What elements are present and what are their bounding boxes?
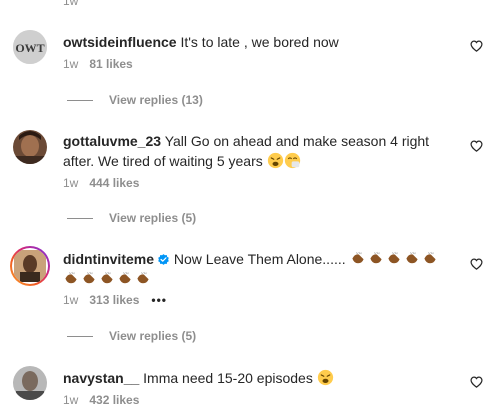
clapping-hands-icon — [405, 251, 418, 264]
comment-username[interactable]: didntinviteme — [63, 251, 154, 267]
clapping-hands-icon — [369, 251, 382, 264]
comment-username[interactable]: navystan__ — [63, 370, 139, 386]
previous-comment-time: 1w — [63, 0, 79, 8]
like-heart-icon[interactable] — [470, 376, 483, 388]
comment-time: 1w — [63, 293, 79, 307]
comment-likes[interactable]: 313 likes — [89, 293, 139, 307]
like-heart-icon[interactable] — [470, 40, 483, 52]
comment-username[interactable]: owtsideinfluence — [63, 34, 177, 50]
weary-face-icon — [317, 369, 333, 386]
avatar-photo — [13, 130, 47, 164]
comment-text: Now Leave Them Alone...... — [173, 251, 346, 267]
view-replies-label[interactable]: View replies (5) — [109, 211, 196, 225]
clapping-hands-icon — [423, 251, 436, 264]
view-replies-label[interactable]: View replies (13) — [109, 93, 203, 107]
comment-time: 1w — [63, 393, 79, 407]
view-replies-button[interactable]: View replies (5) — [67, 328, 196, 344]
replies-divider — [67, 100, 93, 102]
avatar-photo — [13, 366, 47, 400]
avatar[interactable] — [13, 366, 47, 400]
comment-username[interactable]: gottaluvme_23 — [63, 133, 161, 149]
avatar[interactable] — [10, 246, 50, 286]
replies-divider — [67, 336, 93, 338]
comment-time: 1w — [63, 57, 79, 71]
avatar[interactable] — [13, 130, 47, 164]
clapping-hands-icon — [83, 271, 95, 284]
more-options-button[interactable]: ••• — [151, 293, 167, 307]
comment-time: 1w — [63, 176, 79, 190]
comment-text: Imma need 15-20 episodes — [143, 370, 313, 386]
view-replies-button[interactable]: View replies (13) — [67, 92, 203, 108]
clapping-hands-icon — [101, 271, 113, 284]
verified-badge-icon — [158, 254, 169, 265]
like-heart-icon[interactable] — [470, 140, 483, 152]
replies-divider — [67, 218, 93, 220]
view-replies-button[interactable]: View replies (5) — [67, 210, 196, 226]
comment-likes[interactable]: 444 likes — [89, 176, 139, 190]
view-replies-label[interactable]: View replies (5) — [109, 329, 196, 343]
comment-likes[interactable]: 432 likes — [89, 393, 139, 407]
like-heart-icon[interactable] — [470, 258, 483, 270]
comment-meta: 1w 432 likes — [63, 392, 139, 408]
avatar-logo: OWT — [13, 30, 47, 64]
avatar[interactable]: OWT — [13, 30, 47, 64]
comment-meta: 1w 81 likes — [63, 56, 133, 72]
comment-meta: 1w 444 likes — [63, 175, 139, 191]
weary-face-icon — [267, 152, 283, 169]
avatar-ring — [12, 248, 48, 284]
sneezing-face-icon — [284, 152, 300, 169]
clapping-hands-icon — [65, 271, 77, 284]
comment-likes[interactable]: 81 likes — [89, 57, 132, 71]
comment-text: It's to late , we bored now — [180, 34, 339, 50]
svg-text:OWT: OWT — [15, 41, 44, 55]
clapping-hands-icon — [137, 271, 149, 284]
clapping-hands-icon — [351, 251, 364, 264]
comment-meta: 1w 313 likes ••• — [63, 292, 167, 308]
clapping-hands-icon — [119, 271, 131, 284]
avatar-photo — [14, 250, 46, 282]
clapping-hands-icon — [387, 251, 400, 264]
